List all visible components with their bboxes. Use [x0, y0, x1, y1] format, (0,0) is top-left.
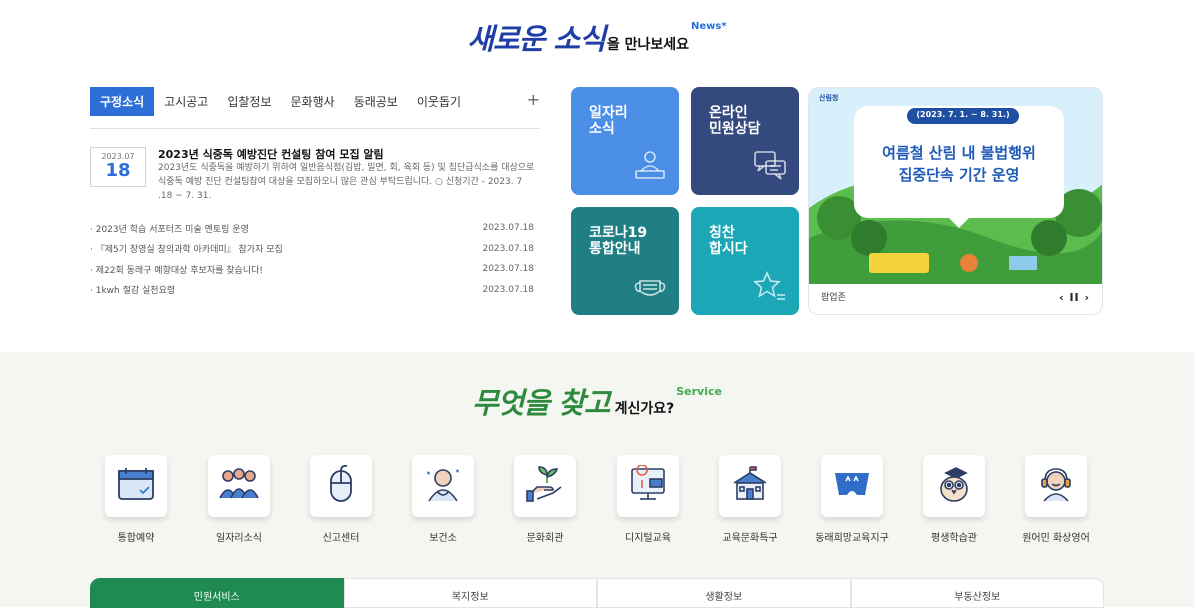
- tile-covid-info[interactable]: 코로나19 통합안내: [571, 207, 679, 315]
- mouse-icon: [326, 464, 356, 507]
- service-native-video-english[interactable]: 원어민 화상영어: [1011, 455, 1101, 544]
- service-digital-education[interactable]: 디지털교육: [603, 455, 693, 544]
- banner-title-line2: 집중단속 기간 운영: [898, 166, 1020, 184]
- tile-label: 코로나19 통합안내: [589, 225, 648, 257]
- worker-desk-icon: [633, 149, 667, 185]
- owl-icon: [934, 465, 974, 507]
- news-section-heading: 새로운 소식 을 만나보세요News*: [0, 16, 1194, 58]
- list-item[interactable]: · 『제5기 장영실 창의과학 아카데미』 참가자 모집 2023.07.18: [90, 239, 534, 260]
- service-culture-hall[interactable]: 문화회관: [500, 455, 590, 544]
- tile-praise[interactable]: 칭찬 합시다: [691, 207, 799, 315]
- banner-agency: 산림청: [819, 94, 839, 102]
- hand-plant-icon: [525, 465, 565, 507]
- news-item-title[interactable]: · 1kwh 절감 실천요령: [90, 283, 175, 296]
- mask-icon: [633, 273, 667, 305]
- tab-notices[interactable]: 고시공고: [164, 93, 208, 110]
- banner-slide-controls[interactable]: ‹ II ›: [1059, 291, 1090, 304]
- service-name: 원어민 화상영어: [1022, 533, 1090, 544]
- headset-avatar-icon: [1036, 465, 1076, 507]
- service-section-heading: 무엇을 찾고 계신가요?Service: [0, 380, 1194, 422]
- news-item-date: 2023.07.18: [482, 264, 534, 275]
- list-item[interactable]: · 제22회 동래구 예향대상 후보자를 찾습니다! 2023.07.18: [90, 259, 534, 280]
- service-education-culture-zone[interactable]: 교육문화특구: [705, 455, 795, 544]
- list-item[interactable]: · 1kwh 절감 실천요령 2023.07.18: [90, 280, 534, 301]
- news-tabs: 구정소식 고시공고 입찰정보 문화행사 동래공보 이웃돕기 +: [90, 86, 540, 116]
- tab-civil-services[interactable]: 민원서비스: [90, 578, 344, 608]
- more-news-button[interactable]: +: [527, 90, 540, 109]
- news-item-title[interactable]: · 제22회 동래구 예향대상 후보자를 찾습니다!: [90, 263, 263, 276]
- service-heading-tag: Service: [676, 385, 722, 398]
- tab-welfare-info[interactable]: 복지정보: [343, 578, 597, 608]
- bridge-logo-icon: [832, 469, 872, 503]
- digital-map-icon: [628, 464, 668, 507]
- service-name: 교육문화특구: [722, 533, 778, 544]
- list-item[interactable]: · 2023년 학습 서포터즈 미술 멘토링 운영 2023.07.18: [90, 218, 534, 239]
- school-icon: [730, 465, 770, 507]
- banner-period: (2023. 7. 1. ~ 8. 31.): [916, 110, 1010, 119]
- service-report-center[interactable]: 신고센터: [296, 455, 386, 544]
- featured-date-badge: 2023.07 18: [90, 147, 146, 187]
- service-lifelong-learning[interactable]: 평생학습관: [909, 455, 999, 544]
- featured-day: 18: [105, 160, 131, 181]
- service-name: 신고센터: [322, 533, 360, 544]
- news-heading-tag: News*: [691, 21, 727, 32]
- popup-zone-banner[interactable]: 산림청 (2023. 7. 1. ~ 8. 31.) 여름철 산림 내 불법행위…: [808, 87, 1103, 315]
- service-name: 동래희망교육지구: [815, 533, 889, 544]
- service-heading-sub: 계신가요?: [614, 401, 675, 417]
- tile-label: 칭찬 합시다: [709, 225, 748, 257]
- service-name: 평생학습관: [931, 533, 977, 544]
- star-icon: [753, 271, 787, 305]
- news-item-date: 2023.07.18: [482, 284, 534, 295]
- featured-title-link[interactable]: 2023년 식중독 예방진단 컨설팅 참여 모집 알림: [158, 146, 384, 162]
- tabs-divider: [90, 128, 540, 129]
- tile-label: 온라인 민원상담: [709, 105, 761, 137]
- news-heading-sub: 을 만나보세요: [606, 37, 690, 53]
- news-item-date: 2023.07.18: [482, 223, 534, 234]
- news-item-title[interactable]: · 2023년 학습 서포터즈 미술 멘토링 운영: [90, 222, 249, 235]
- doctor-icon: [423, 465, 463, 507]
- service-name: 일자리소식: [216, 533, 262, 544]
- service-category-tabs: 민원서비스 복지정보 생활정보 부동산정보: [90, 578, 1104, 608]
- service-reservation[interactable]: 통합예약: [91, 455, 181, 544]
- service-dongnae-hope-district[interactable]: 동래희망교육지구: [807, 455, 897, 544]
- tab-neighbor-help[interactable]: 이웃돕기: [417, 93, 461, 110]
- news-heading-script: 새로운 소식: [467, 22, 605, 56]
- tile-job-news[interactable]: 일자리 소식: [571, 87, 679, 195]
- service-name: 문화회관: [526, 533, 564, 544]
- people-group-icon: [218, 466, 260, 506]
- service-job-news[interactable]: 일자리소식: [194, 455, 284, 544]
- tab-culture-events[interactable]: 문화행사: [291, 93, 335, 110]
- service-heading-script: 무엇을 찾고: [472, 386, 610, 420]
- service-name: 디지털교육: [625, 533, 671, 544]
- banner-caption: 팝업존: [821, 293, 846, 303]
- featured-description: 2023년도 식중독을 예방하기 위하여 일반음식점(김밥, 밀면, 회, 육회…: [158, 163, 535, 201]
- tab-district-news[interactable]: 구정소식: [90, 86, 155, 116]
- chat-bubbles-icon: [753, 149, 787, 185]
- banner-title-line1: 여름철 산림 내 불법행위: [882, 144, 1036, 162]
- news-list: · 2023년 학습 서포터즈 미술 멘토링 운영 2023.07.18 · 『제…: [90, 218, 534, 300]
- news-item-date: 2023.07.18: [482, 243, 534, 254]
- tab-dongnae-bulletin[interactable]: 동래공보: [354, 93, 398, 110]
- news-item-title[interactable]: · 『제5기 장영실 창의과학 아카데미』 참가자 모집: [90, 242, 283, 255]
- tab-bids[interactable]: 입찰정보: [227, 93, 271, 110]
- service-name: 보건소: [429, 533, 457, 544]
- calendar-icon: [116, 466, 156, 506]
- tab-living-info[interactable]: 생활정보: [597, 578, 851, 608]
- service-section: 무엇을 찾고 계신가요?Service 통합예약 일자리소식 신고센터 보건소 …: [0, 352, 1194, 608]
- service-health-center[interactable]: 보건소: [398, 455, 488, 544]
- tab-real-estate-info[interactable]: 부동산정보: [850, 578, 1104, 608]
- service-name: 통합예약: [117, 533, 155, 544]
- tile-online-consult[interactable]: 온라인 민원상담: [691, 87, 799, 195]
- tile-label: 일자리 소식: [589, 105, 628, 137]
